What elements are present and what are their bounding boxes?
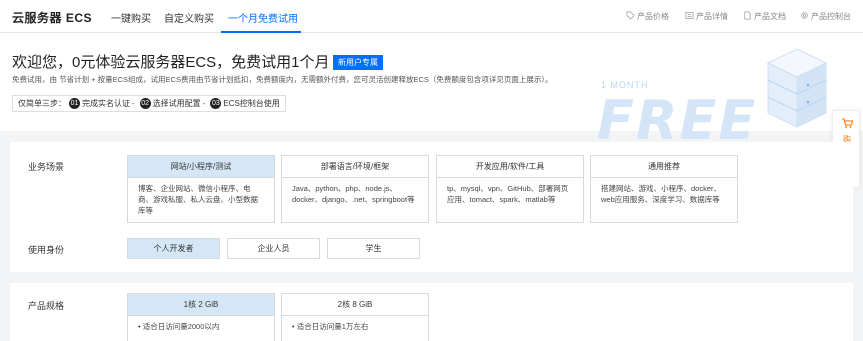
scenario-card-dev-apps[interactable]: 开发应用/软件/工具 tp、mysql、vpn、GitHub、部署网页应用、to… xyxy=(436,155,584,223)
identity-option-enterprise[interactable]: 企业人员 xyxy=(227,238,320,259)
step-separator: - xyxy=(132,99,135,108)
link-product-detail[interactable]: 产品详情 xyxy=(685,11,728,22)
brand-title: 云服务器 ECS xyxy=(12,11,93,25)
scenario-card-desc: Java、python、php、node.js、docker、django、.n… xyxy=(292,184,415,204)
step-number: 01 xyxy=(69,98,80,109)
tab-free-trial[interactable]: 一个月免费试用 xyxy=(228,10,298,25)
spec-card-title: 2核 8 GiB xyxy=(282,294,428,316)
step-number: 03 xyxy=(210,98,222,109)
scenario-card-title: 通用推荐 xyxy=(591,156,737,178)
scenario-card-general[interactable]: 通用推荐 搭建网站、游戏、小程序、docker、web应用服务、深度学习、数据库… xyxy=(590,155,738,223)
scenario-card-desc: 博客、企业网站、微信小程序、电商、游戏私服、私人云盘、小型数据库等 xyxy=(138,184,258,215)
step-label: 完成实名认证 xyxy=(82,99,130,108)
identity-option-student[interactable]: 学生 xyxy=(327,238,420,259)
steps-label: 仅简单三步： xyxy=(18,99,66,108)
spec-card-title: 1核 2 GiB xyxy=(128,294,274,316)
tab-custom-buy[interactable]: 自定义购买 xyxy=(164,10,214,25)
spec-card-desc: • 适合日访问量2000以内 xyxy=(138,322,220,331)
gear-icon xyxy=(800,11,809,22)
scenario-card-desc: 搭建网站、游戏、小程序、docker、web应用服务、深度学习、数据库等 xyxy=(601,184,722,204)
link-product-docs-label: 产品文档 xyxy=(754,12,786,21)
new-user-badge: 新用户专属 xyxy=(333,55,383,70)
scenario-card-desc: tp、mysql、vpn、GitHub、部署网页应用、tomact、spark、… xyxy=(447,184,569,204)
link-product-price-label: 产品价格 xyxy=(637,12,669,21)
link-product-console[interactable]: 产品控制台 xyxy=(800,11,851,22)
spec-card-1c2g[interactable]: 1核 2 GiB • 适合日访问量2000以内 xyxy=(127,293,275,341)
identity-option-developer[interactable]: 个人开发者 xyxy=(127,238,220,259)
tab-one-click-buy[interactable]: 一键购买 xyxy=(111,10,151,25)
step-label: 选择试用配置 xyxy=(152,99,201,108)
step-separator: - xyxy=(202,99,206,108)
identity-label: 使用身份 xyxy=(28,245,65,255)
scenario-card-website[interactable]: 网站/小程序/测试 博客、企业网站、微信小程序、电商、游戏私服、私人云盘、小型数… xyxy=(127,155,275,223)
config-panel: 业务场景 网站/小程序/测试 博客、企业网站、微信小程序、电商、游戏私服、私人云… xyxy=(10,142,853,272)
hero-description: 免费试用，由 节省计划 + 按量ECS组成，试用ECS费用由节省计划抵扣，免费额… xyxy=(12,75,553,84)
link-product-docs[interactable]: 产品文档 xyxy=(743,11,786,22)
scenario-card-title: 开发应用/软件/工具 xyxy=(437,156,583,178)
link-product-console-label: 产品控制台 xyxy=(811,12,851,21)
top-nav: 云服务器 ECS 一键购买 自定义购买 一个月免费试用 产品价格 产品详情 产品… xyxy=(0,0,863,33)
hero-banner: 欢迎您，0元体验云服务器ECS，免费试用1个月 新用户专属 免费试用，由 节省计… xyxy=(0,33,863,152)
document-icon xyxy=(743,11,752,22)
step-number: 02 xyxy=(139,98,151,109)
link-product-detail-label: 产品详情 xyxy=(696,12,728,21)
spec-panel: 产品规格 1核 2 GiB • 适合日访问量2000以内 2核 8 GiB • … xyxy=(10,283,853,341)
price-tag-icon xyxy=(626,11,635,22)
scenario-card-title: 部署语言/环境/框架 xyxy=(282,156,428,178)
steps-bar: 仅简单三步： 01 完成实名认证 - 02 选择试用配置 - 03 ECS控制台… xyxy=(12,95,286,112)
cart-icon xyxy=(842,118,853,128)
link-product-price[interactable]: 产品价格 xyxy=(626,11,669,22)
scenario-label: 业务场景 xyxy=(28,162,65,172)
server-illustration xyxy=(766,48,828,128)
spec-card-2c8g[interactable]: 2核 8 GiB • 适合日访问量1万左右 xyxy=(281,293,429,341)
step-label: ECS控制台使用 xyxy=(223,99,280,108)
scenario-card-language[interactable]: 部署语言/环境/框架 Java、python、php、node.js、docke… xyxy=(281,155,429,223)
detail-icon xyxy=(685,11,694,22)
scenario-card-title: 网站/小程序/测试 xyxy=(128,156,274,178)
page-title: 欢迎您，0元体验云服务器ECS，免费试用1个月 xyxy=(12,54,330,71)
spec-card-desc: • 适合日访问量1万左右 xyxy=(292,322,369,331)
spec-label: 产品规格 xyxy=(28,301,65,311)
